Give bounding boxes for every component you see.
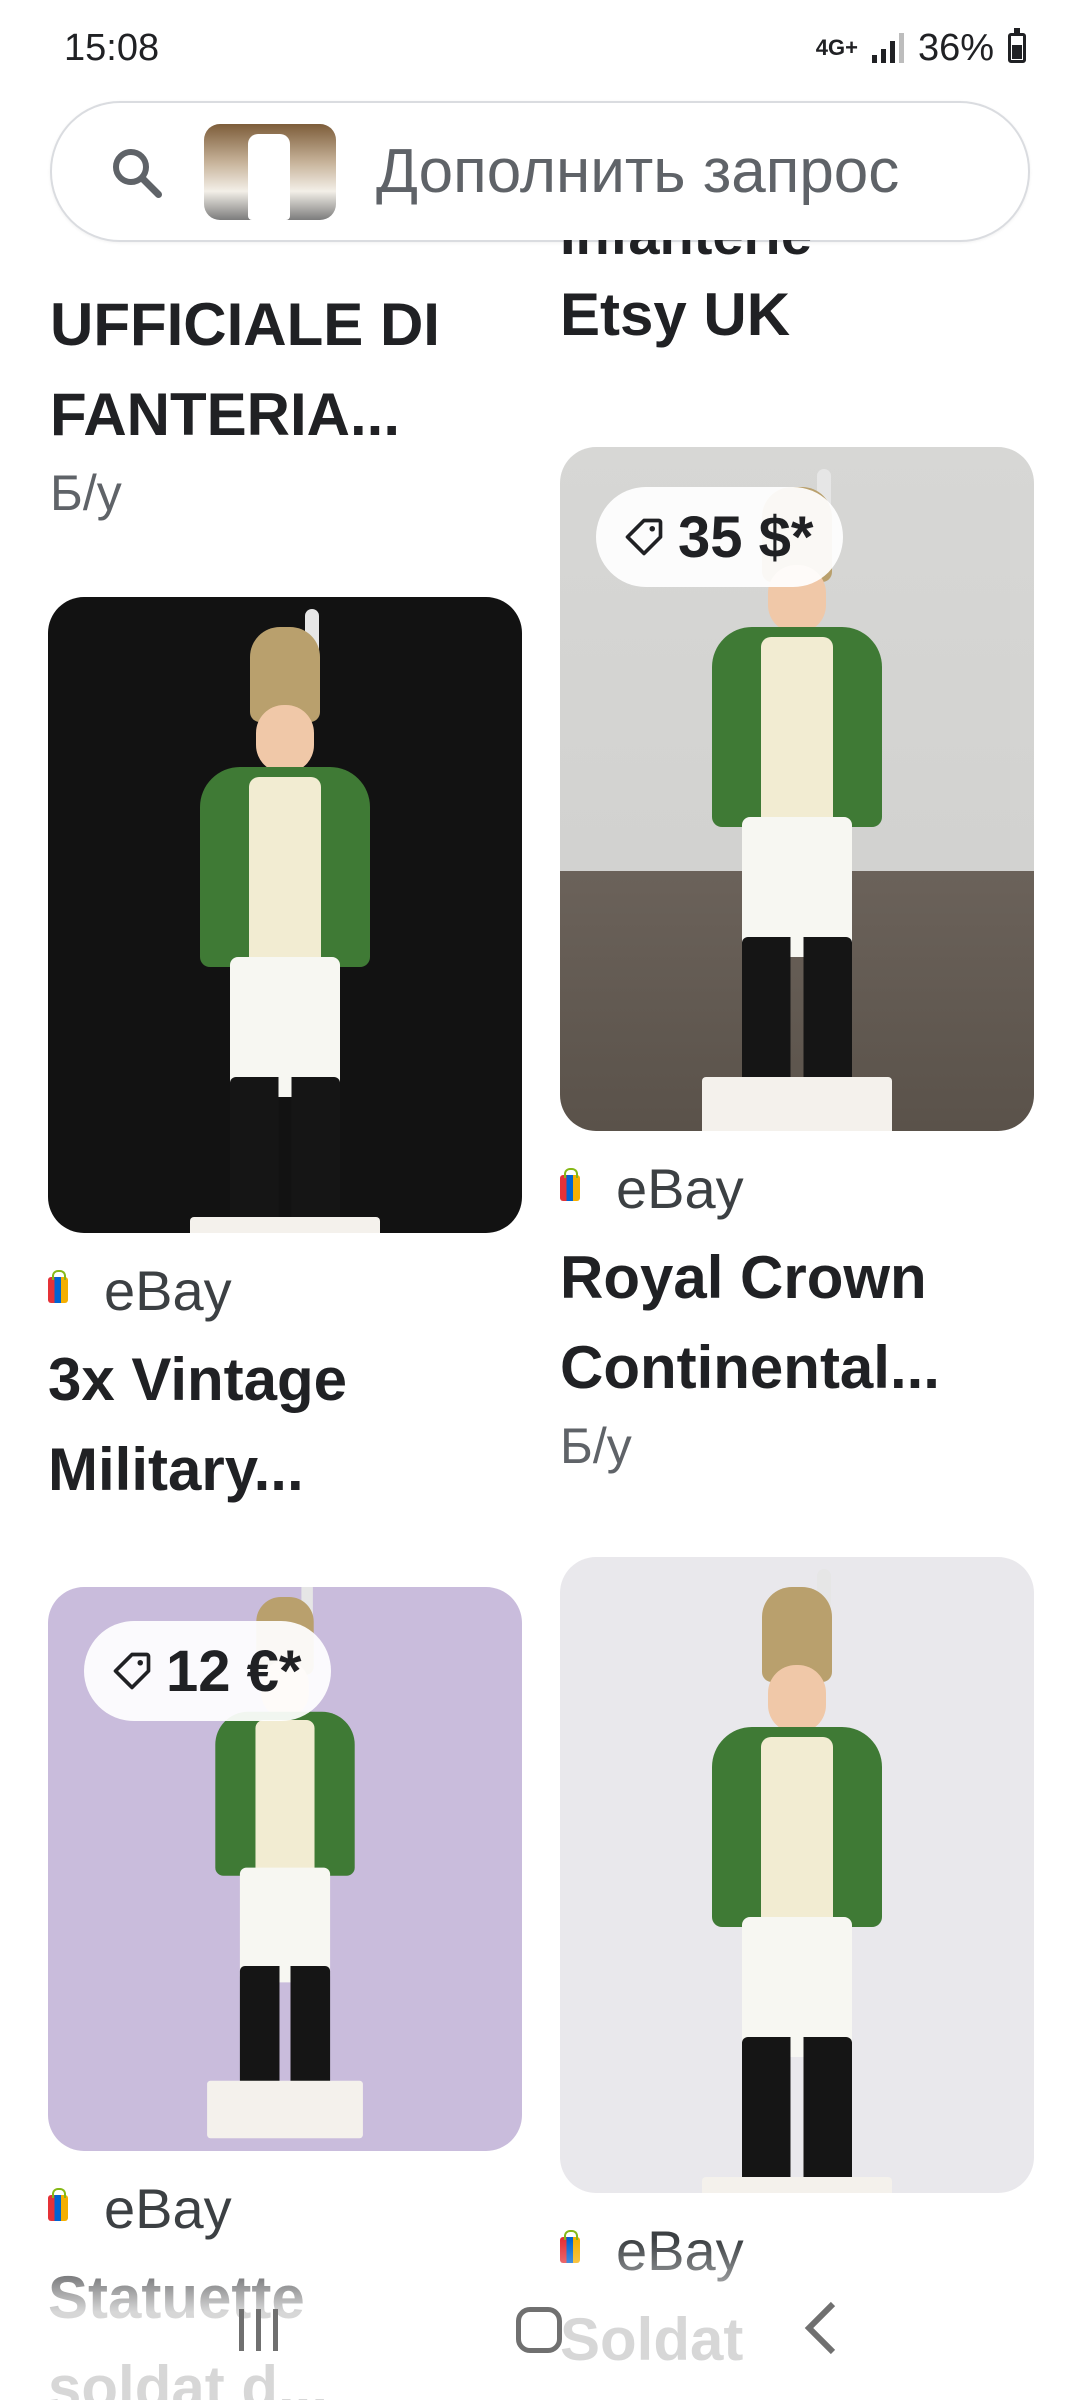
result-title[interactable]: Royal Crown Continental... — [560, 1233, 1034, 1413]
search-bar[interactable]: Дополнить запрос — [50, 101, 1030, 242]
status-bar: 15:08 4G+ 36% — [0, 0, 1080, 96]
price-badge: 12 €* — [84, 1621, 332, 1721]
result-source[interactable]: eBay — [560, 1153, 1034, 1223]
result-card[interactable]: UFFICIALE DI FANTERIA... Б/у — [50, 280, 524, 522]
result-condition: Б/у — [560, 1418, 632, 1474]
price-tag-icon — [625, 518, 663, 556]
result-image[interactable]: 12 €* — [48, 1587, 522, 2151]
search-icon[interactable] — [106, 142, 166, 202]
result-image[interactable]: 35 $* — [560, 447, 1034, 1131]
ebay-favicon — [48, 1270, 68, 1303]
result-title[interactable]: UFFICIALE DI FANTERIA... — [50, 280, 524, 460]
home-icon[interactable] — [516, 2307, 563, 2353]
status-icons: 4G+ 36% — [816, 27, 1026, 70]
result-image[interactable] — [48, 597, 522, 1233]
result-condition: Б/у — [50, 465, 122, 521]
result-card[interactable]: eBay 3x Vintage Military... — [48, 597, 522, 1515]
search-image-thumbnail[interactable] — [204, 123, 336, 220]
network-icon: 4G+ — [815, 35, 858, 60]
result-card[interactable]: 35 $* eBay Royal Crown Continental... Б/… — [560, 447, 1034, 1475]
battery-icon — [1008, 28, 1026, 63]
status-time: 15:08 — [64, 26, 160, 69]
ebay-favicon — [560, 1168, 580, 1201]
result-image[interactable] — [560, 1557, 1034, 2193]
result-source[interactable]: eBay — [48, 2173, 522, 2243]
result-source[interactable]: Etsy UK — [560, 270, 1034, 360]
signal-icon — [871, 33, 904, 63]
back-icon[interactable] — [801, 2300, 841, 2361]
recent-apps-icon[interactable] — [239, 2309, 279, 2351]
result-source[interactable]: eBay — [48, 1255, 522, 1325]
ebay-favicon — [48, 2188, 68, 2221]
navigation-bar — [0, 2260, 1080, 2400]
result-card[interactable]: Infanterie Etsy UK — [560, 240, 1034, 370]
battery-percent: 36% — [917, 26, 994, 69]
price-tag-icon — [113, 1652, 151, 1690]
result-title[interactable]: 3x Vintage Military... — [48, 1335, 522, 1515]
search-input[interactable]: Дополнить запрос — [376, 136, 899, 207]
price-badge: 35 $* — [596, 487, 844, 587]
